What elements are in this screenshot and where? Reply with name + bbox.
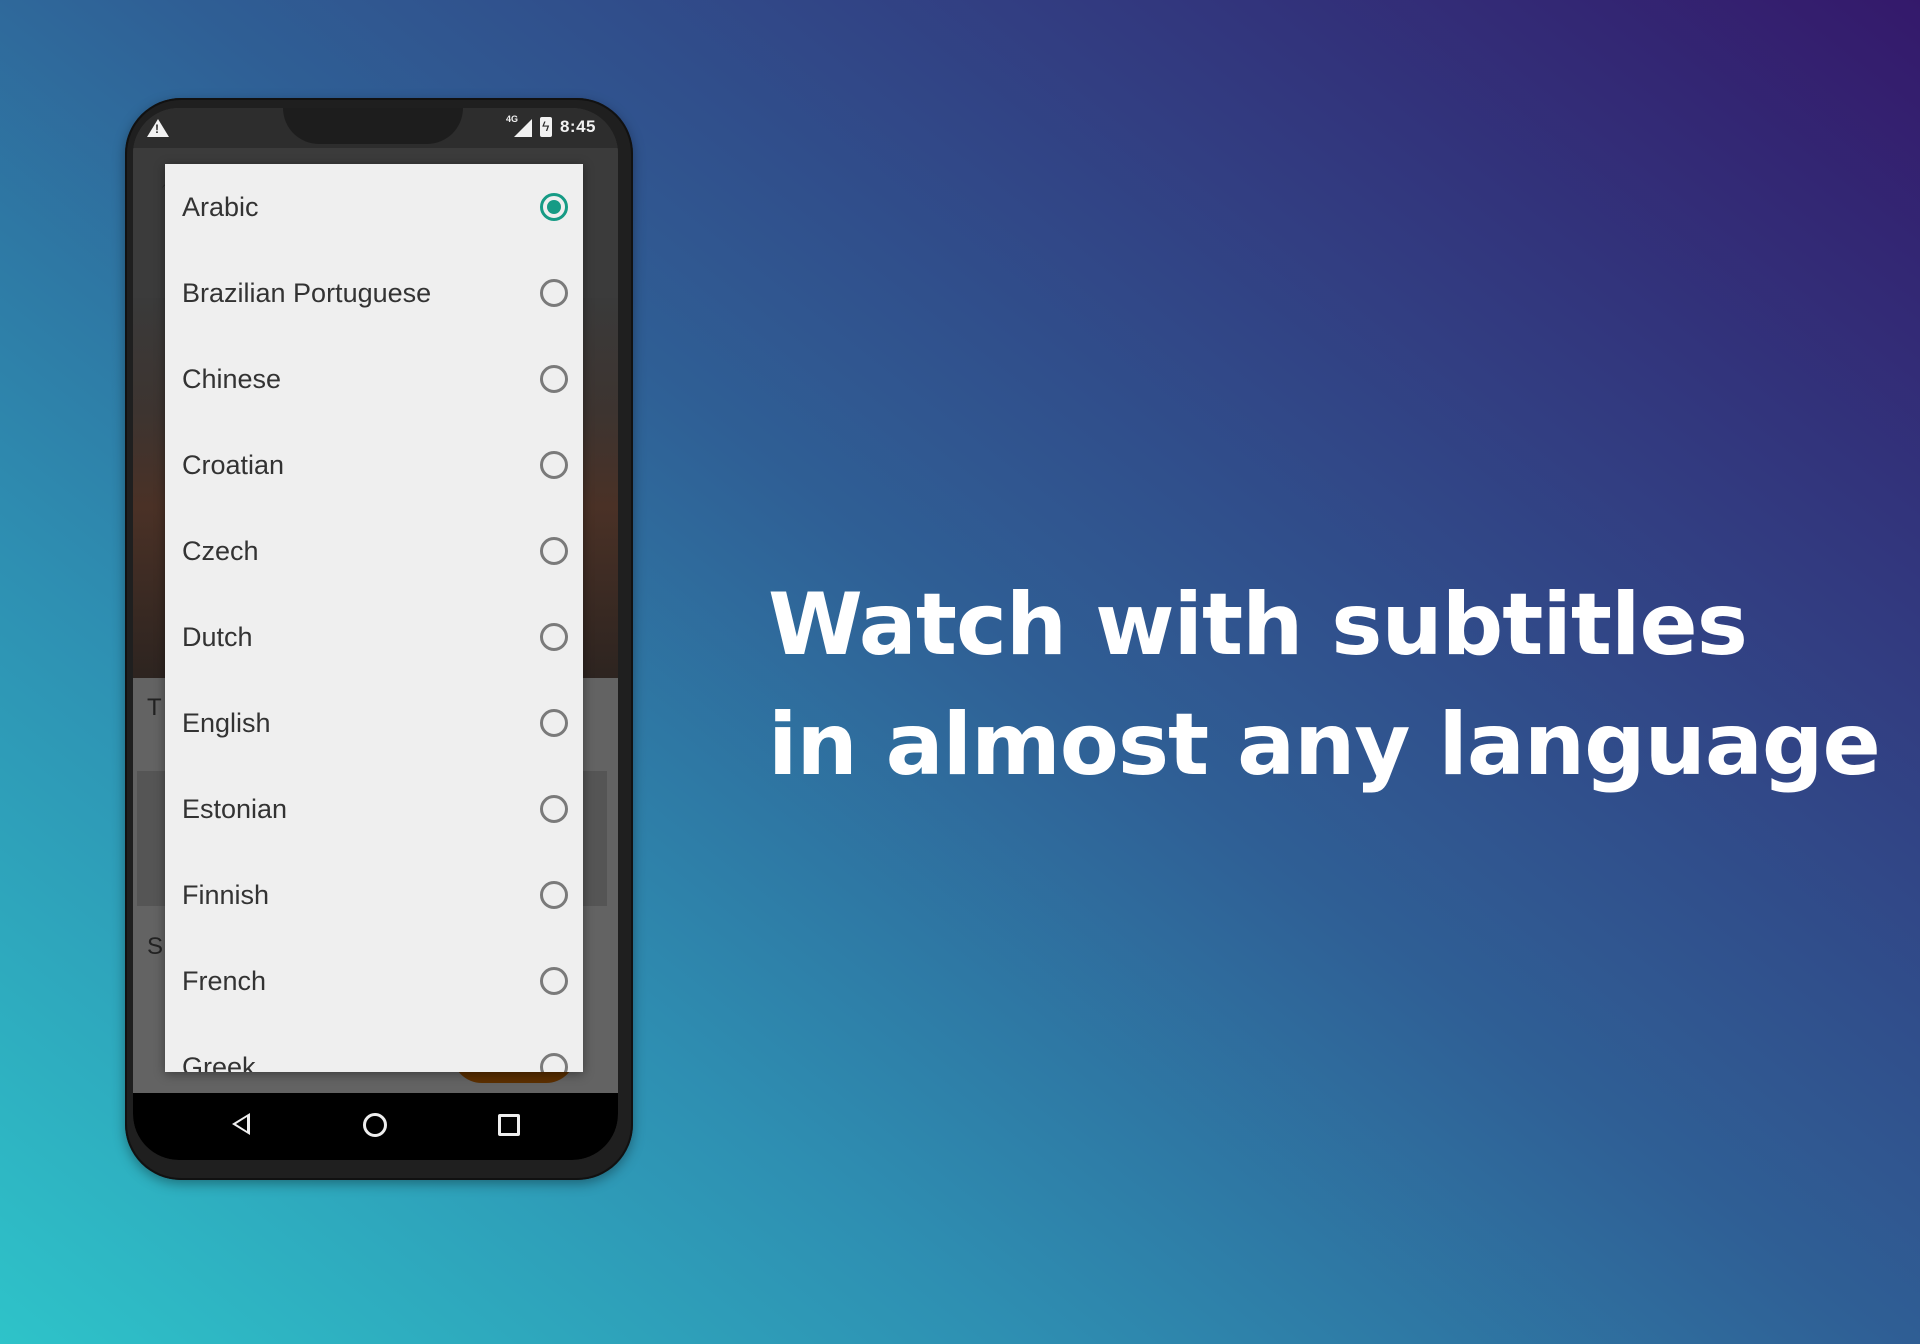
radio-unselected-icon[interactable]: [540, 881, 568, 909]
option-label: Greek: [182, 1051, 256, 1073]
option-label: Chinese: [182, 363, 282, 394]
option-label: Dutch: [182, 621, 253, 652]
option-label: Arabic: [182, 191, 259, 222]
language-option-estonian[interactable]: Estonian: [165, 766, 583, 852]
language-select-dialog: Arabic Brazilian Portuguese Chinese Croa…: [165, 164, 583, 1072]
partial-label: T: [147, 694, 162, 721]
language-option-english[interactable]: English: [165, 680, 583, 766]
status-icons: 4G 8:45: [506, 114, 596, 140]
option-label: Czech: [182, 535, 259, 566]
radio-unselected-icon[interactable]: [540, 795, 568, 823]
language-option-brazilian-portuguese[interactable]: Brazilian Portuguese: [165, 250, 583, 336]
language-option-croatian[interactable]: Croatian: [165, 422, 583, 508]
language-option-arabic[interactable]: Arabic: [165, 164, 583, 250]
battery-charging-icon: [539, 117, 552, 137]
option-label: Estonian: [182, 793, 288, 824]
language-option-finnish[interactable]: Finnish: [165, 852, 583, 938]
radio-unselected-icon[interactable]: [540, 1053, 568, 1072]
radio-unselected-icon[interactable]: [540, 279, 568, 307]
home-circle-icon[interactable]: [363, 1113, 387, 1137]
radio-unselected-icon[interactable]: [540, 537, 568, 565]
language-option-chinese[interactable]: Chinese: [165, 336, 583, 422]
language-option-greek[interactable]: Greek: [165, 1024, 583, 1072]
radio-selected-icon[interactable]: [540, 193, 568, 221]
language-option-czech[interactable]: Czech: [165, 508, 583, 594]
headline-line-2: in almost any language: [768, 695, 1881, 795]
cellular-signal-icon: 4G: [506, 114, 532, 137]
language-option-french[interactable]: French: [165, 938, 583, 1024]
radio-unselected-icon[interactable]: [540, 623, 568, 651]
radio-unselected-icon[interactable]: [540, 451, 568, 479]
status-clock: 8:45: [559, 117, 596, 136]
option-label: Croatian: [182, 449, 285, 480]
option-label: Finnish: [182, 879, 270, 910]
recents-square-icon[interactable]: [498, 1114, 520, 1136]
camera-notch: [283, 108, 463, 144]
status-bar: 4G 8:45: [133, 108, 618, 148]
radio-unselected-icon[interactable]: [540, 709, 568, 737]
headline-line-1: Watch with subtitles: [768, 575, 1748, 675]
radio-unselected-icon[interactable]: [540, 967, 568, 995]
radio-unselected-icon[interactable]: [540, 365, 568, 393]
back-triangle-icon[interactable]: [232, 1113, 250, 1135]
option-label: French: [182, 965, 267, 996]
android-nav-bar: [133, 1093, 618, 1160]
language-option-dutch[interactable]: Dutch: [165, 594, 583, 680]
option-label: Brazilian Portuguese: [182, 277, 432, 308]
phone-mockup: 4G 8:45 T S Arabic Brazilian Port: [125, 98, 633, 1180]
warning-triangle-icon: [147, 119, 169, 137]
promo-headline: Watch with subtitles in almost any langu…: [768, 565, 1881, 805]
partial-label: S: [147, 933, 164, 960]
phone-screen: 4G 8:45 T S Arabic Brazilian Port: [133, 108, 618, 1160]
option-label: English: [182, 707, 271, 738]
